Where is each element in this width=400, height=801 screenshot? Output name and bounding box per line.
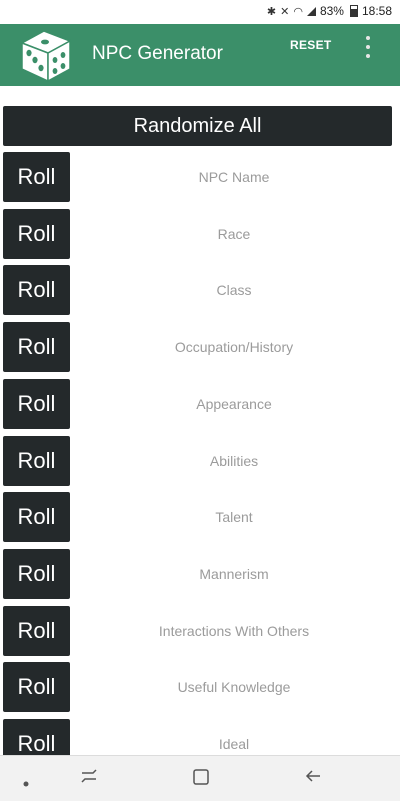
field-label-mannerism: Mannerism [199,566,269,582]
list-item: Roll Race [3,209,395,261]
roll-button-useful-knowledge[interactable]: Roll [3,662,70,712]
roll-button-race[interactable]: Roll [3,209,70,259]
battery-icon [349,5,358,17]
battery-percent: 83% [319,4,344,18]
back-icon[interactable] [304,768,322,789]
recents-icon[interactable] [80,768,98,789]
field-label-appearance: Appearance [196,396,272,412]
reset-button[interactable]: RESET [290,38,332,52]
wifi-icon: ◠ [293,5,303,18]
field-label-talent: Talent [215,509,253,525]
home-icon[interactable] [192,768,210,791]
clock: 18:58 [361,4,392,18]
system-nav-bar [0,755,400,801]
field-label-useful-knowledge: Useful Knowledge [177,679,291,695]
roll-button-occupation[interactable]: Roll [3,322,70,372]
dice-icon [14,27,78,83]
app-bar: NPC Generator RESET [0,24,400,86]
mute-icon: ✕ [280,5,290,18]
list-item: Roll Occupation/History [3,322,395,374]
list-item: Roll Interactions With Others [3,606,395,658]
roll-button-mannerism[interactable]: Roll [3,549,70,599]
list-item: Roll Appearance [3,379,395,431]
status-bar: ✱ ✕ ◠ 83% 18:58 [0,0,400,24]
roll-button-class[interactable]: Roll [3,265,70,315]
list-item: Roll Abilities [3,436,395,488]
roll-button-npc-name[interactable]: Roll [3,152,70,202]
list-item: Roll Mannerism [3,549,395,601]
field-label-npc-name: NPC Name [198,169,270,185]
field-label-occupation: Occupation/History [174,339,294,355]
roll-button-appearance[interactable]: Roll [3,379,70,429]
field-label-race: Race [217,226,251,242]
list-item: Roll Class [3,265,395,317]
field-label-abilities: Abilities [209,453,259,469]
field-label-interactions: Interactions With Others [158,623,310,639]
overflow-menu-icon[interactable] [361,36,375,58]
list-item: Roll Talent [3,492,395,544]
bluetooth-icon: ✱ [266,5,277,18]
status-icons: ✱ ✕ ◠ 83% 18:58 [267,4,392,18]
randomize-all-button[interactable]: Randomize All [3,106,392,146]
dot-icon[interactable] [23,774,29,792]
roll-button-abilities[interactable]: Roll [3,436,70,486]
list-item: Roll NPC Name [3,152,395,204]
app-title: NPC Generator [92,43,223,64]
roll-button-interactions[interactable]: Roll [3,606,70,656]
field-label-class: Class [216,282,252,298]
roll-button-talent[interactable]: Roll [3,492,70,542]
signal-icon [306,6,316,16]
list-item: Roll Useful Knowledge [3,662,395,714]
